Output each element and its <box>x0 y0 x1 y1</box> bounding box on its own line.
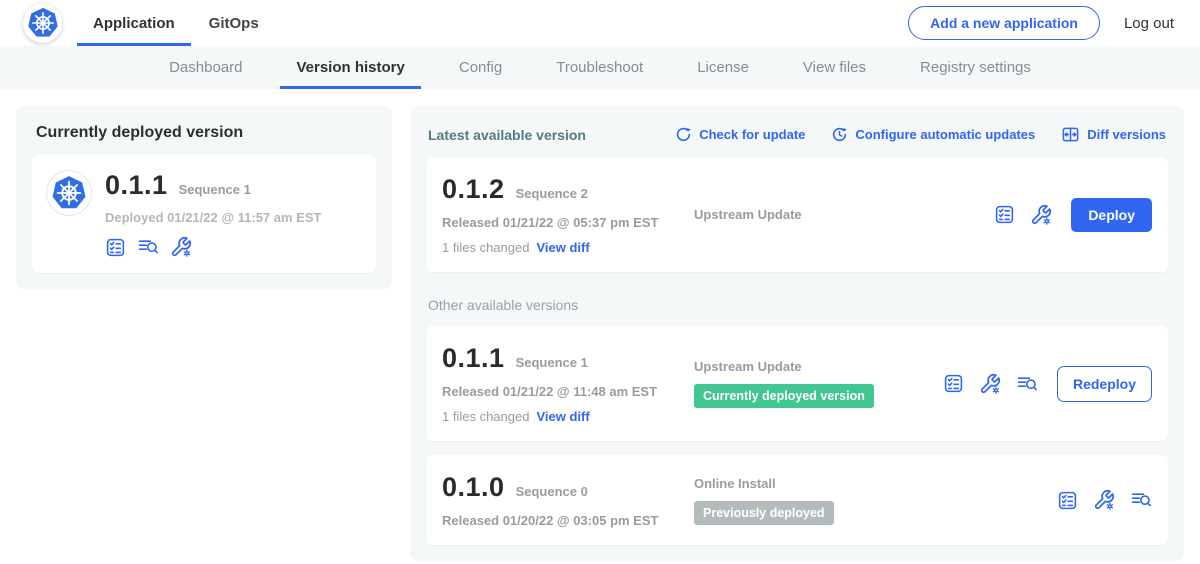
doc-search-icon[interactable] <box>1016 373 1038 395</box>
version-card-0-1-0: 0.1.0 Sequence 0 Released 01/20/22 @ 03:… <box>426 455 1168 545</box>
available-versions-panel: Latest available version Check for updat… <box>410 106 1184 561</box>
deployed-app-logo <box>46 170 92 216</box>
files-changed-text: 1 files changed <box>442 240 529 255</box>
action-label: Configure automatic updates <box>855 127 1035 142</box>
source-label: Online Install <box>694 476 1047 491</box>
app-sub-nav: Dashboard Version history Config Trouble… <box>0 46 1200 89</box>
top-tab-label: GitOps <box>209 15 259 32</box>
other-versions-heading: Other available versions <box>428 297 1166 313</box>
version-card-0-1-1: 0.1.1 Sequence 1 Released 01/21/22 @ 11:… <box>426 326 1168 441</box>
version-source: Upstream Update <box>694 207 994 222</box>
top-nav: Application GitOps Add a new application… <box>0 0 1200 46</box>
source-label: Upstream Update <box>694 359 933 374</box>
app-logo[interactable] <box>23 4 62 43</box>
doc-search-icon[interactable] <box>1130 489 1152 511</box>
released-timestamp: Released 01/21/22 @ 05:37 pm EST <box>442 215 694 230</box>
version-card-actions: Deploy <box>994 198 1152 232</box>
action-label: Diff versions <box>1087 127 1166 142</box>
refresh-icon <box>675 126 692 143</box>
subnav-label: Troubleshoot <box>556 59 643 76</box>
checklist-icon[interactable] <box>943 373 964 394</box>
subnav-item-config[interactable]: Config <box>432 46 529 89</box>
version-number: 0.1.1 <box>442 343 505 374</box>
version-info: 0.1.0 Sequence 0 Released 01/20/22 @ 03:… <box>442 472 694 528</box>
version-info: 0.1.2 Sequence 2 Released 01/21/22 @ 05:… <box>442 174 694 255</box>
subnav-item-registry-settings[interactable]: Registry settings <box>893 46 1058 89</box>
version-card-actions <box>1057 489 1152 511</box>
version-sequence: Sequence 2 <box>516 186 588 201</box>
version-source: Online Install Previously deployed <box>694 476 1057 525</box>
checklist-icon[interactable] <box>994 204 1015 225</box>
previously-deployed-badge: Previously deployed <box>694 501 834 525</box>
clock-refresh-icon <box>831 126 848 143</box>
version-number: 0.1.0 <box>442 472 505 503</box>
view-diff-link[interactable]: View diff <box>536 409 589 424</box>
subnav-label: Registry settings <box>920 59 1031 76</box>
version-info: 0.1.1 Sequence 1 Released 01/21/22 @ 11:… <box>442 343 694 424</box>
wrench-gear-icon[interactable] <box>1030 204 1052 226</box>
latest-version-heading: Latest available version <box>428 127 586 143</box>
versions-panel-header: Latest available version Check for updat… <box>428 125 1166 144</box>
deployed-timestamp: Deployed 01/21/22 @ 11:57 am EST <box>105 210 321 225</box>
wrench-gear-icon[interactable] <box>979 373 1001 395</box>
subnav-item-dashboard[interactable]: Dashboard <box>142 46 269 89</box>
kubernetes-logo-icon <box>26 6 60 40</box>
currently-deployed-badge: Currently deployed version <box>694 384 874 408</box>
diff-columns-icon <box>1061 125 1080 144</box>
subnav-item-version-history[interactable]: Version history <box>269 46 431 89</box>
check-for-update-link[interactable]: Check for update <box>675 126 805 143</box>
deployed-sequence: Sequence 1 <box>179 182 251 197</box>
kubernetes-logo-icon <box>50 174 88 212</box>
currently-deployed-panel: Currently deployed version 0.1.1 Sequenc… <box>16 106 392 289</box>
view-diff-link[interactable]: View diff <box>536 240 589 255</box>
version-sequence: Sequence 0 <box>516 484 588 499</box>
top-tab-gitops[interactable]: GitOps <box>192 0 276 46</box>
wrench-gear-icon[interactable] <box>170 236 192 258</box>
deployed-version-number: 0.1.1 <box>105 170 168 201</box>
subnav-label: View files <box>803 59 866 76</box>
redeploy-button[interactable]: Redeploy <box>1057 366 1152 402</box>
released-timestamp: Released 01/21/22 @ 11:48 am EST <box>442 384 694 399</box>
subnav-item-troubleshoot[interactable]: Troubleshoot <box>529 46 670 89</box>
wrench-gear-icon[interactable] <box>1093 489 1115 511</box>
source-label: Upstream Update <box>694 207 984 222</box>
doc-search-icon[interactable] <box>137 236 159 258</box>
subnav-item-view-files[interactable]: View files <box>776 46 893 89</box>
subnav-label: License <box>697 59 749 76</box>
version-number: 0.1.2 <box>442 174 505 205</box>
subnav-item-license[interactable]: License <box>670 46 776 89</box>
version-source: Upstream Update Currently deployed versi… <box>694 359 943 408</box>
version-card-actions: Redeploy <box>943 366 1152 402</box>
checklist-icon[interactable] <box>1057 490 1078 511</box>
top-tab-label: Application <box>93 15 175 32</box>
files-changed-text: 1 files changed <box>442 409 529 424</box>
released-timestamp: Released 01/20/22 @ 03:05 pm EST <box>442 513 694 528</box>
checklist-icon[interactable] <box>105 237 126 258</box>
action-label: Check for update <box>699 127 805 142</box>
subnav-label: Version history <box>296 59 404 76</box>
top-actions: Add a new application Log out <box>908 6 1174 40</box>
version-sequence: Sequence 1 <box>516 355 588 370</box>
subnav-label: Dashboard <box>169 59 242 76</box>
version-actions: Check for update Configure automatic upd… <box>675 125 1166 144</box>
diff-versions-link[interactable]: Diff versions <box>1061 125 1166 144</box>
add-application-button[interactable]: Add a new application <box>908 6 1100 40</box>
main-content: Currently deployed version 0.1.1 Sequenc… <box>0 89 1200 561</box>
deployed-version-card: 0.1.1 Sequence 1 Deployed 01/21/22 @ 11:… <box>32 155 376 273</box>
subnav-label: Config <box>459 59 502 76</box>
top-tab-application[interactable]: Application <box>76 0 192 46</box>
version-card-latest: 0.1.2 Sequence 2 Released 01/21/22 @ 05:… <box>426 157 1168 272</box>
deployed-card-body: 0.1.1 Sequence 1 Deployed 01/21/22 @ 11:… <box>105 170 321 258</box>
configure-automatic-updates-link[interactable]: Configure automatic updates <box>831 126 1035 143</box>
deploy-button[interactable]: Deploy <box>1071 198 1152 232</box>
logout-link[interactable]: Log out <box>1124 15 1174 32</box>
deployed-panel-title: Currently deployed version <box>36 124 376 142</box>
